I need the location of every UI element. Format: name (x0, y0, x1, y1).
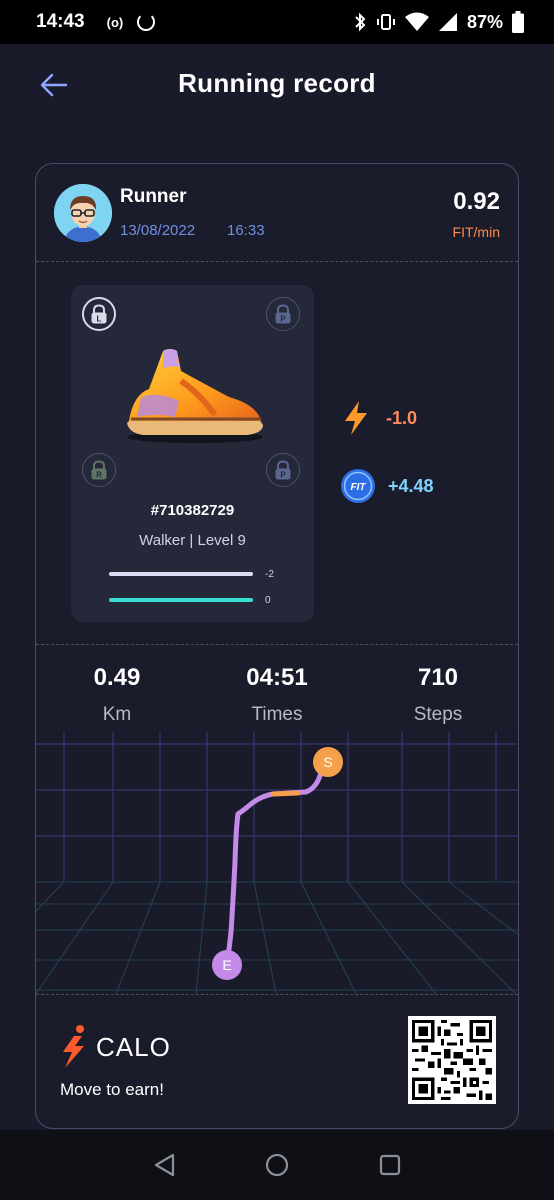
sneaker-image (127, 349, 263, 443)
brand-logo: CALO (60, 1024, 171, 1070)
map-floor-grid (36, 881, 518, 995)
radio-icon: (o) (106, 14, 124, 30)
energy-row: -1.0 (342, 400, 417, 436)
qr-code-icon (412, 1020, 492, 1100)
runner-name: Runner (120, 186, 187, 207)
socket-l-lock[interactable]: L (82, 297, 116, 331)
nav-back-button[interactable] (152, 1152, 178, 1178)
bluetooth-icon (355, 12, 366, 32)
svg-text:S: S (323, 754, 332, 770)
svg-text:E: E (222, 957, 231, 973)
qr-code (408, 1016, 496, 1104)
triangle-back-icon (154, 1153, 175, 1177)
earn-rate-unit: FIT/min (452, 224, 500, 240)
calo-logo-icon (63, 1025, 84, 1068)
battery-icon (512, 11, 524, 33)
sneaker-id: #710382729 (150, 502, 235, 519)
durability-bar (109, 572, 253, 576)
running-record-card: Runner 13/08/2022 16:33 0.92 FIT/min L P… (35, 163, 519, 1129)
record-date: 13/08/2022 (120, 222, 196, 239)
lightning-icon (345, 401, 367, 435)
lock-icon: R (91, 460, 107, 480)
svg-text:L: L (97, 315, 102, 324)
avatar (54, 184, 112, 242)
square-recents-icon (379, 1154, 401, 1176)
status-time: 14:43 (36, 11, 85, 32)
start-marker: S (313, 747, 343, 777)
slogan: Move to earn! (60, 1080, 164, 1099)
distance-value: 0.49 (93, 664, 141, 691)
status-bar: 14:43 (o) 87% (0, 0, 554, 44)
nav-home-button[interactable] (264, 1152, 290, 1178)
svg-text:FIT: FIT (351, 482, 367, 493)
duration-stat: 04:51 Times (207, 664, 347, 726)
distance-label: Km (102, 704, 132, 725)
header: Running record (0, 44, 554, 122)
durability-change: -2 (265, 569, 274, 580)
sneaker-level: Walker | Level 9 (139, 532, 246, 549)
runner-avatar-icon (54, 184, 112, 242)
steps-label: Steps (413, 704, 463, 725)
earn-rate-value: 0.92 (453, 188, 500, 215)
socket-r-lock[interactable]: R (82, 453, 116, 487)
system-nav-bar (0, 1130, 554, 1200)
duration-label: Times (251, 704, 303, 725)
divider (36, 994, 518, 995)
fit-row: FIT +4.48 (340, 468, 434, 504)
distance-stat: 0.49 Km (47, 664, 187, 726)
svg-text:P: P (280, 471, 286, 480)
signal-icon (438, 13, 457, 31)
brand-name: CALO (96, 1031, 171, 1062)
steps-stat: 710 Steps (368, 664, 508, 726)
steps-value: 710 (417, 664, 459, 691)
socket-p-lock[interactable]: P (266, 297, 300, 331)
condition-change: 0 (265, 595, 271, 606)
lock-icon: P (275, 304, 291, 324)
loading-icon (137, 13, 156, 31)
fit-coin-icon: FIT (341, 469, 375, 503)
svg-text:R: R (96, 471, 102, 480)
circle-home-icon (265, 1153, 289, 1177)
energy-change: -1.0 (386, 407, 418, 428)
nav-recents-button[interactable] (377, 1152, 403, 1178)
condition-bar (109, 598, 253, 602)
battery-percent: 87% (466, 11, 503, 32)
fit-earned: +4.48 (388, 475, 434, 496)
route-segment (270, 790, 301, 797)
lock-icon: P (275, 460, 291, 480)
vibrate-icon (376, 14, 395, 30)
route-map[interactable]: S E (36, 732, 518, 995)
map-grid (36, 732, 518, 882)
record-time: 16:33 (227, 222, 265, 239)
wifi-icon (404, 12, 429, 31)
svg-text:P: P (280, 315, 286, 324)
socket-p2-lock[interactable]: P (266, 453, 300, 487)
divider (36, 644, 518, 645)
duration-value: 04:51 (246, 664, 308, 691)
sneaker-panel: L P R P #710382729 Walker | Level 9 -2 0 (71, 285, 314, 622)
lock-icon: L (91, 304, 107, 324)
divider (36, 261, 518, 262)
end-marker: E (212, 950, 242, 980)
page-title: Running record (178, 68, 376, 98)
route-map-canvas: S E (36, 732, 518, 995)
